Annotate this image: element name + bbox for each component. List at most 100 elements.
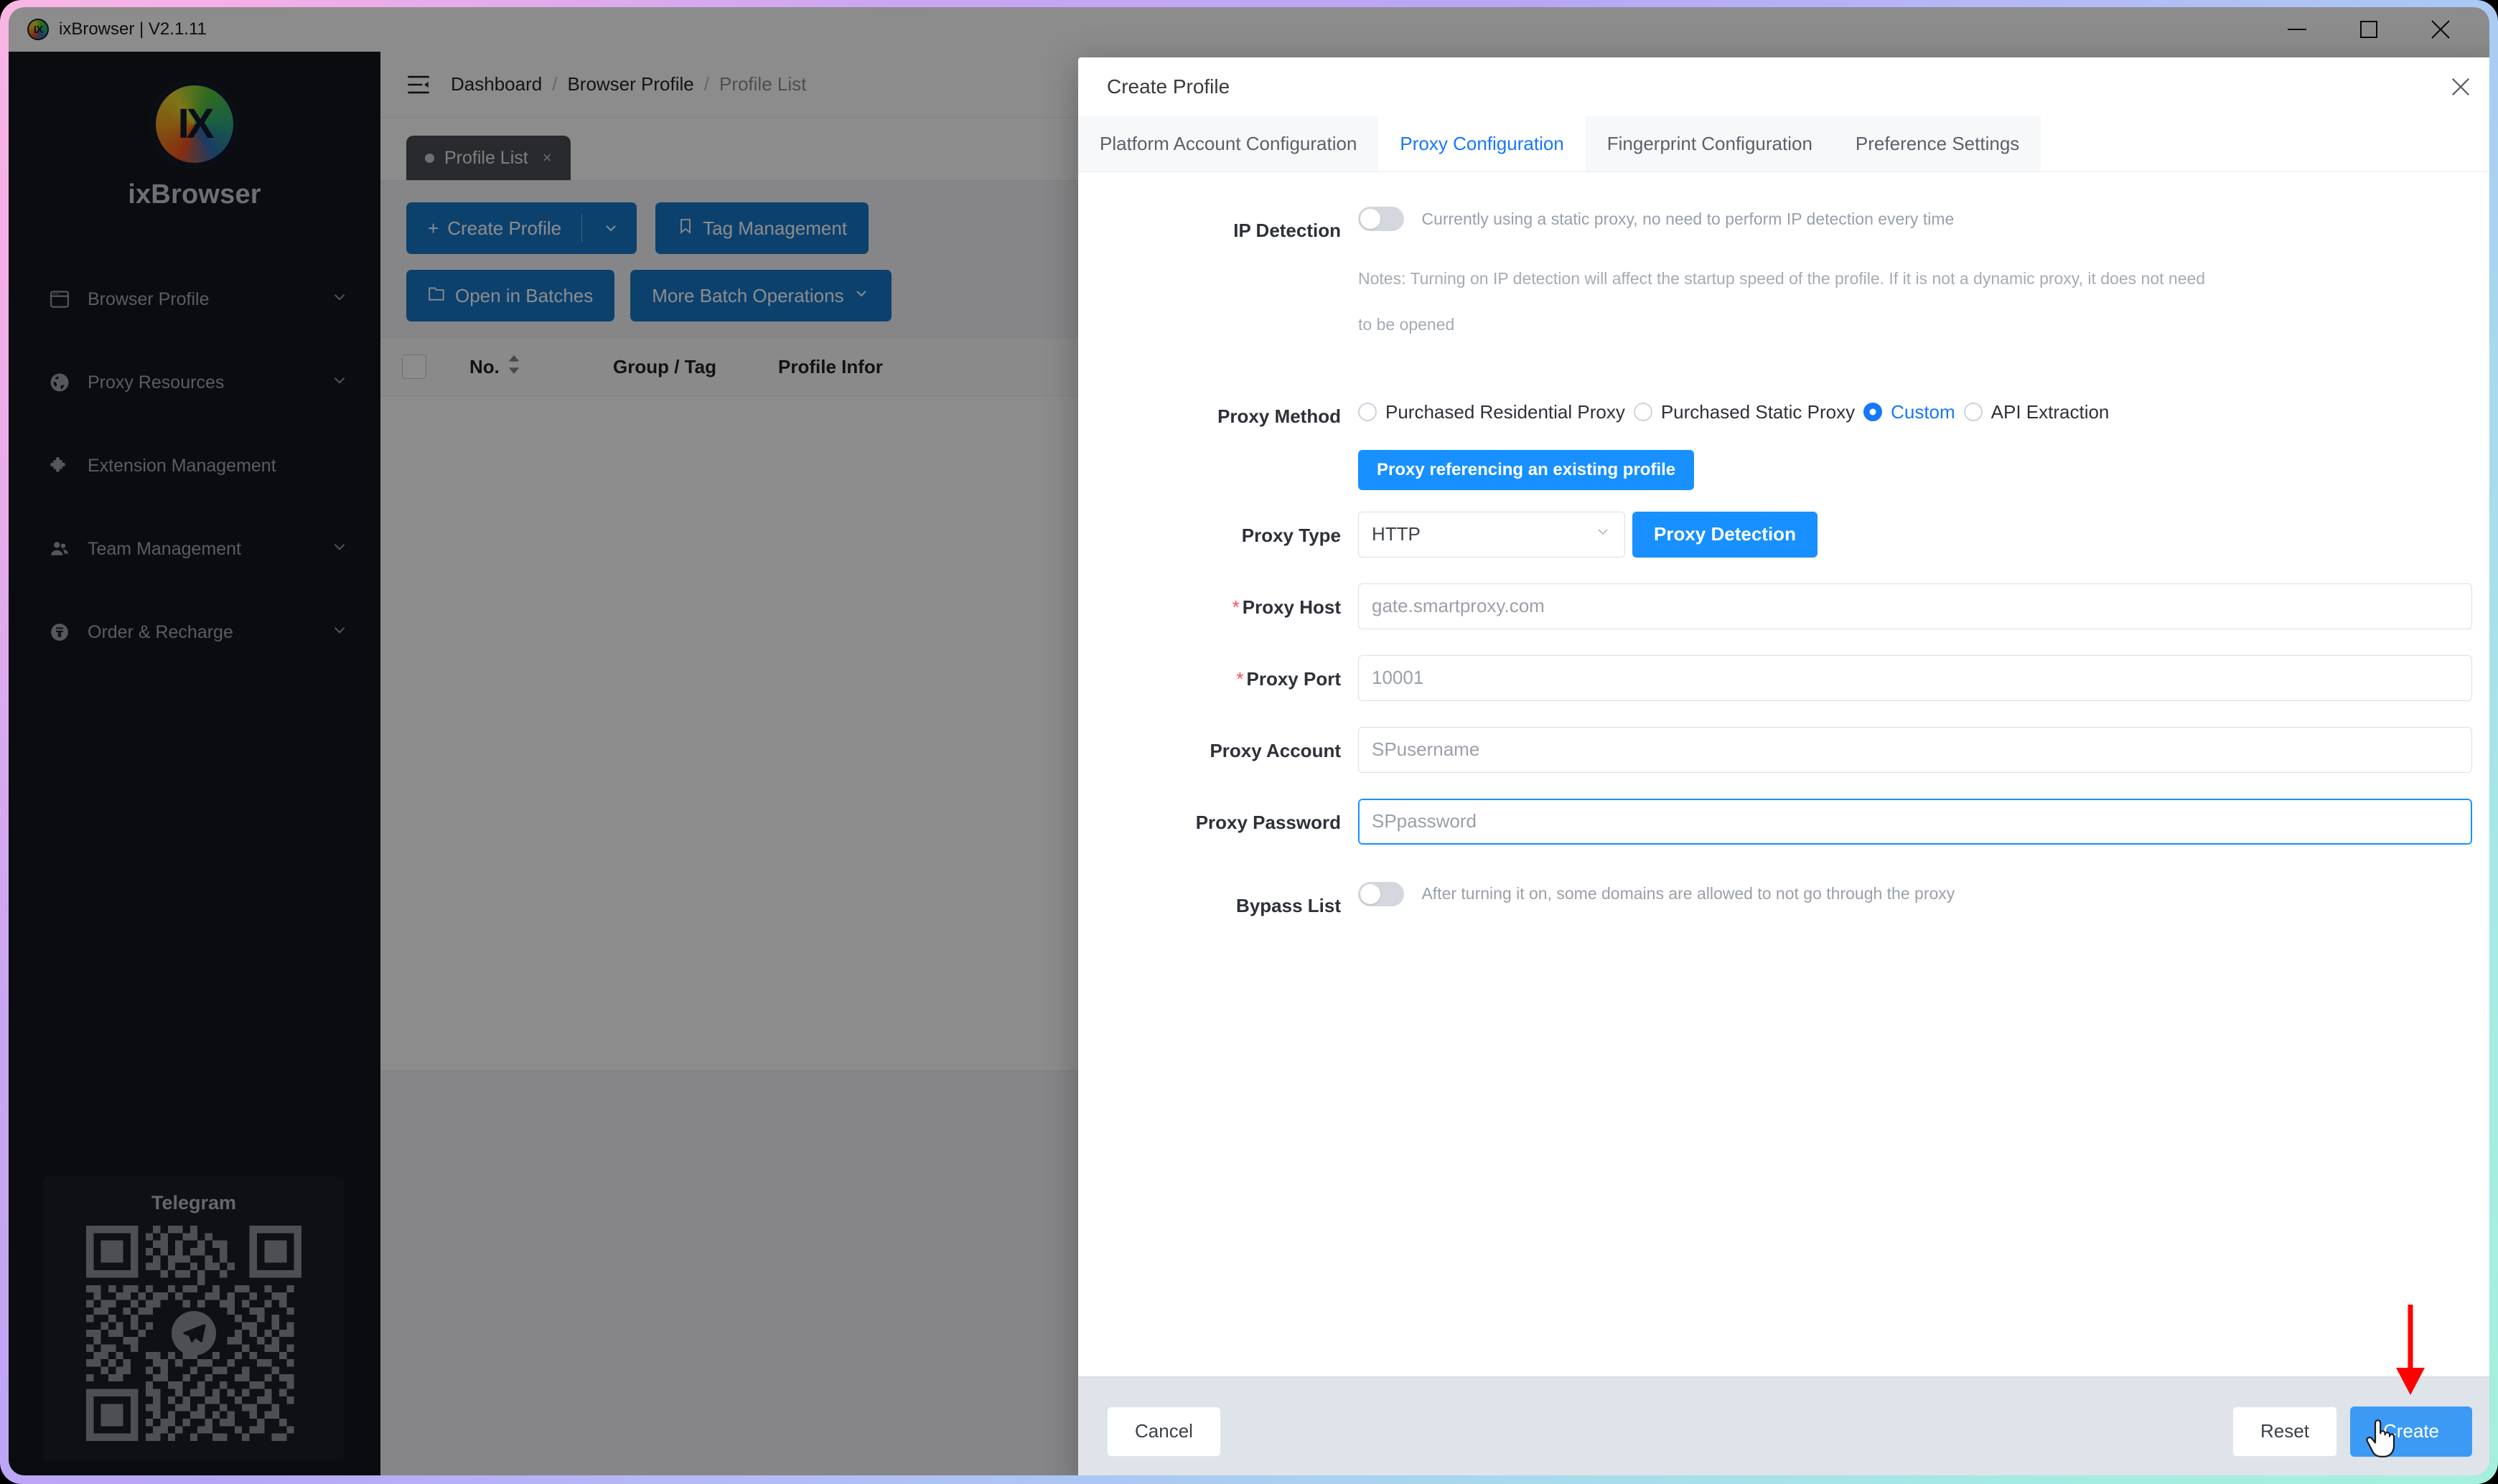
chevron-down-icon <box>853 285 870 307</box>
column-header-no[interactable]: No. <box>469 354 613 379</box>
sort-icon[interactable] <box>507 354 521 379</box>
ip-detection-note-line2: to be opened <box>1358 315 1455 334</box>
column-header-label: No. <box>469 355 500 377</box>
proxy-method-label: Proxy Method <box>1217 405 1341 427</box>
proxy-port-input[interactable]: 10001 <box>1358 654 2472 701</box>
bypass-list-label: Bypass List <box>1236 894 1341 916</box>
create-profile-modal: Create Profile Platform Account Configur… <box>1078 57 2489 1475</box>
plus-icon: + <box>428 217 439 239</box>
sidebar: ixBrowser Browser Profile <box>9 52 380 1475</box>
ip-detection-note: Notes: Turning on IP detection will affe… <box>1078 240 2489 339</box>
ip-detection-toggle[interactable] <box>1358 207 1404 231</box>
field-proxy-method: Proxy Method Purchased Residential Proxy… <box>1078 339 2489 426</box>
field-proxy-type: Proxy Type HTTP Proxy Detection <box>1078 490 2489 558</box>
tab-label: Profile List <box>444 147 528 168</box>
bypass-list-toggle[interactable] <box>1358 881 1404 906</box>
chevron-down-icon <box>330 288 349 311</box>
breadcrumb-separator: / <box>703 73 709 95</box>
required-asterisk: * <box>1236 667 1244 690</box>
proxy-host-input[interactable]: gate.smartproxy.com <box>1358 583 2472 629</box>
proxy-account-value: SPusername <box>1372 738 1480 760</box>
open-in-batches-button[interactable]: Open in Batches <box>406 270 615 321</box>
modal-close-icon[interactable] <box>2445 71 2476 103</box>
proxy-type-label: Proxy Type <box>1241 524 1341 546</box>
modal-tab-bar: Platform Account Configuration Proxy Con… <box>1078 116 2489 172</box>
breadcrumb: Dashboard / Browser Profile / Profile Li… <box>451 73 806 95</box>
reset-button[interactable]: Reset <box>2232 1406 2337 1457</box>
breadcrumb-separator: / <box>552 73 558 95</box>
field-proxy-account: Proxy Account SPusername <box>1078 701 2489 773</box>
radio-dot <box>1358 403 1377 421</box>
column-header-group-tag: Group / Tag <box>613 356 778 378</box>
sidebar-item-order-recharge[interactable]: Order & Recharge <box>9 612 380 652</box>
create-button[interactable]: Create <box>2349 1406 2472 1457</box>
sidebar-item-label: Browser Profile <box>88 288 210 309</box>
chevron-down-icon <box>330 621 349 644</box>
column-header-label: Group / Tag <box>613 355 716 377</box>
ip-detection-hint: Currently using a static proxy, no need … <box>1421 209 1955 228</box>
proxy-type-select[interactable]: HTTP <box>1358 511 1625 558</box>
sidebar-item-label: Team Management <box>88 538 242 559</box>
tag-icon <box>677 217 694 240</box>
select-all-checkbox[interactable] <box>402 354 426 379</box>
app-logo-icon <box>27 19 49 40</box>
row-proxy-reference: Proxy referencing an existing profile <box>1078 426 2489 490</box>
radio-purchased-residential-proxy[interactable]: Purchased Residential Proxy <box>1358 401 1625 423</box>
tab-proxy-configuration[interactable]: Proxy Configuration <box>1378 116 1586 172</box>
radio-dot <box>1863 403 1883 421</box>
sidebar-item-browser-profile[interactable]: Browser Profile <box>9 279 380 319</box>
breadcrumb-item-browser-profile[interactable]: Browser Profile <box>567 73 693 95</box>
tab-platform-account-configuration[interactable]: Platform Account Configuration <box>1078 116 1379 172</box>
sidebar-item-team-management[interactable]: Team Management <box>9 529 380 569</box>
maximize-button[interactable] <box>2333 7 2405 52</box>
radio-label: Purchased Residential Proxy <box>1385 400 1625 423</box>
cancel-button[interactable]: Cancel <box>1107 1406 1221 1457</box>
create-profile-button[interactable]: + Create Profile <box>406 202 637 254</box>
field-bypass-list: Bypass List After turning it on, some do… <box>1078 845 2489 915</box>
brand-name: ixBrowser <box>128 179 261 210</box>
ip-detection-note-line1: Notes: Turning on IP detection will affe… <box>1358 269 2206 288</box>
brand-logo-icon <box>151 80 238 168</box>
telegram-title: Telegram <box>151 1192 237 1213</box>
modal-title: Create Profile <box>1107 75 1230 98</box>
breadcrumb-item-profile-list: Profile List <box>719 73 807 95</box>
minimize-button[interactable] <box>2261 7 2333 52</box>
radio-purchased-static-proxy[interactable]: Purchased Static Proxy <box>1633 401 1855 423</box>
bypass-list-hint: After turning it on, some domains are al… <box>1421 884 1955 903</box>
radio-label: API Extraction <box>1991 400 2110 423</box>
tab-fingerprint-configuration[interactable]: Fingerprint Configuration <box>1585 116 1834 172</box>
telegram-plane-icon <box>172 1311 216 1356</box>
tab-label: Fingerprint Configuration <box>1606 133 1812 154</box>
more-batch-operations-button[interactable]: More Batch Operations <box>630 270 892 321</box>
app-window: ixBrowser | V2.1.11 ixBrowser <box>9 7 2489 1475</box>
proxy-account-label: Proxy Account <box>1210 739 1341 761</box>
chevron-down-icon <box>330 537 349 561</box>
proxy-password-input[interactable]: SPpassword <box>1358 798 2472 845</box>
folder-open-icon <box>428 285 446 307</box>
ip-detection-label: IP Detection <box>1233 220 1341 241</box>
tab-profile-list[interactable]: Profile List × <box>406 136 571 180</box>
title-bar-left: ixBrowser | V2.1.11 <box>9 19 207 40</box>
chevron-down-icon <box>1594 523 1611 545</box>
window-close-button[interactable] <box>2405 7 2476 52</box>
radio-api-extraction[interactable]: API Extraction <box>1963 400 2110 423</box>
radio-dot <box>1963 403 1983 421</box>
proxy-account-input[interactable]: SPusername <box>1358 726 2472 773</box>
globe-icon <box>49 372 76 393</box>
proxy-port-value: 10001 <box>1372 667 1424 688</box>
tab-status-dot <box>425 153 434 163</box>
breadcrumb-item-dashboard[interactable]: Dashboard <box>451 73 542 95</box>
radio-custom[interactable]: Custom <box>1863 401 1955 423</box>
sidebar-item-extension-management[interactable]: Extension Management <box>9 446 380 486</box>
window-gradient-frame: ixBrowser | V2.1.11 ixBrowser <box>0 0 2498 1484</box>
sidebar-item-proxy-resources[interactable]: Proxy Resources <box>9 362 380 403</box>
tab-preference-settings[interactable]: Preference Settings <box>1833 116 2041 172</box>
tag-management-button[interactable]: Tag Management <box>655 202 869 254</box>
tab-close-icon[interactable]: × <box>543 149 552 167</box>
proxy-reference-existing-profile-button[interactable]: Proxy referencing an existing profile <box>1358 449 1695 490</box>
chevron-down-icon[interactable] <box>591 220 637 237</box>
telegram-card[interactable]: Telegram <box>43 1176 345 1460</box>
sidebar-collapse-icon[interactable] <box>406 74 431 95</box>
proxy-detection-button[interactable]: Proxy Detection <box>1632 511 1818 558</box>
more-batch-operations-label: More Batch Operations <box>652 284 844 306</box>
